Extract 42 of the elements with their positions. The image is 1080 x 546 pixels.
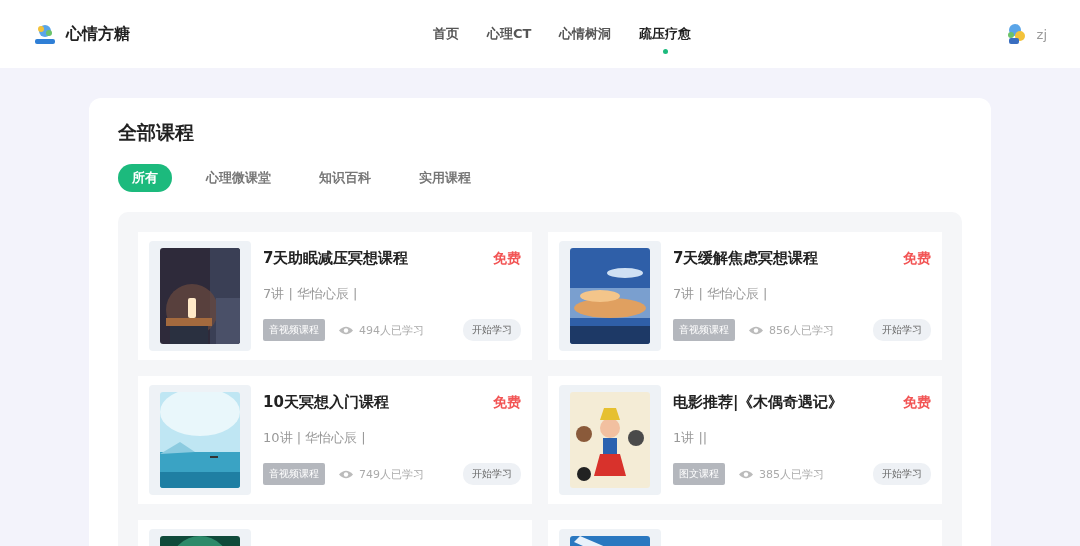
price-label: 免费 — [903, 249, 931, 268]
learner-count: 385人已学习 — [759, 466, 824, 482]
nav-link[interactable]: 心理CT — [487, 21, 532, 55]
start-learning-button[interactable]: 开始学习 — [463, 319, 521, 341]
category-tab[interactable]: 实用课程 — [405, 164, 485, 192]
eye-icon — [339, 469, 353, 479]
course-type-tag: 图文课程 — [673, 463, 725, 485]
section-title: 全部课程 — [118, 120, 195, 145]
nav-link[interactable]: 心情树洞 — [559, 21, 612, 55]
course-card[interactable]: 10天冥想入门课程 免费 10讲 | 华怡心辰 | 音视频课程 749人已学习 开始学习 — [138, 376, 532, 504]
price-label: 免费 — [493, 393, 521, 412]
course-title[interactable]: 7天缓解焦虑冥想课程 — [673, 249, 819, 268]
start-learning-button[interactable]: 开始学习 — [873, 463, 931, 485]
course-type-tag: 音视频课程 — [673, 319, 735, 341]
nav-link[interactable]: 疏压疗愈 — [639, 21, 692, 55]
course-meta: 10讲 | 华怡心辰 | — [263, 429, 367, 447]
nav-link[interactable]: 首页 — [433, 21, 459, 55]
start-learning-button[interactable]: 开始学习 — [463, 463, 521, 485]
course-title[interactable]: 电影推荐|《木偶奇遇记》 — [673, 393, 844, 412]
eye-icon — [339, 325, 353, 335]
price-label: 免费 — [903, 393, 931, 412]
learner-count: 749人已学习 — [359, 466, 424, 482]
eye-icon — [739, 469, 753, 479]
course-type-tag: 音视频课程 — [263, 319, 325, 341]
logo-icon — [33, 23, 57, 45]
course-meta: 7讲 | 华怡心辰 | — [263, 285, 359, 303]
course-card[interactable]: 7天缓解焦虑冥想课程 免费 7讲 | 华怡心辰 | 音视频课程 856人已学习 开始学习 — [548, 232, 942, 360]
eye-icon — [749, 325, 763, 335]
course-meta: 1讲 || — [673, 429, 709, 447]
learner-count: 494人已学习 — [359, 322, 424, 338]
course-card[interactable]: 电影推荐|《木偶奇遇记》 免费 1讲 || 图文课程 385人已学习 开始学习 — [548, 376, 942, 504]
course-meta: 7讲 | 华怡心辰 | — [673, 285, 769, 303]
learner-count: 856人已学习 — [769, 322, 834, 338]
course-card[interactable]: 7天助眠减压冥想课程 免费 7讲 | 华怡心辰 | 音视频课程 494人已学习 开始学习 — [138, 232, 532, 360]
brand-name: 心情方糖 — [66, 23, 130, 45]
course-title[interactable]: 10天冥想入门课程 — [263, 393, 389, 412]
category-tab[interactable]: 知识百科 — [305, 164, 385, 192]
course-type-tag: 音视频课程 — [263, 463, 325, 485]
price-label: 免费 — [493, 249, 521, 268]
category-tab[interactable]: 心理微课堂 — [192, 164, 285, 192]
start-learning-button[interactable]: 开始学习 — [873, 319, 931, 341]
course-title[interactable]: 7天助眠减压冥想课程 — [263, 249, 409, 268]
